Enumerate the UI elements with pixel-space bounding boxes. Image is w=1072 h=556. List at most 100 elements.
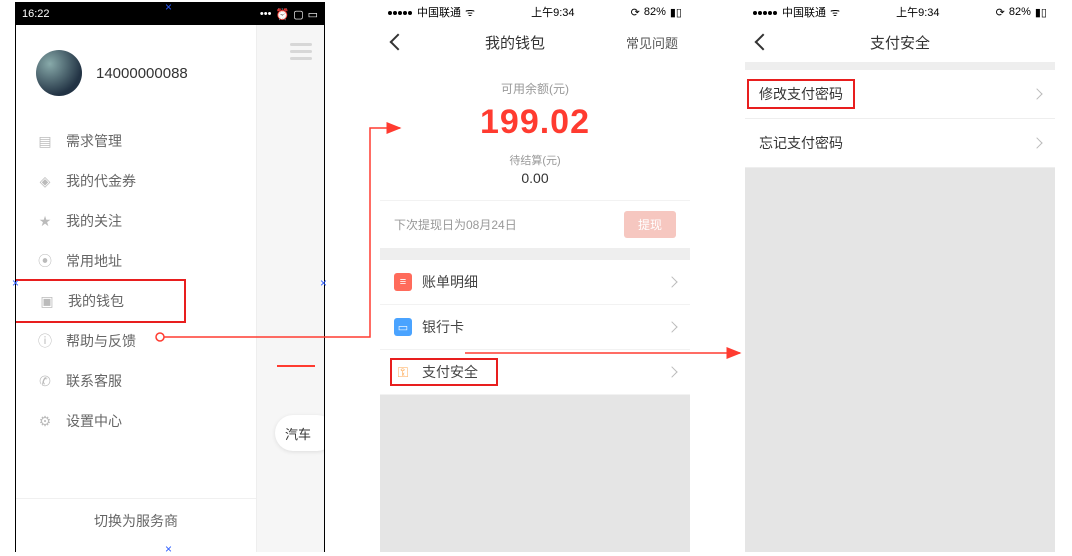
profile-phone: 14000000088: [96, 65, 188, 82]
withdraw-button[interactable]: 提现: [624, 211, 676, 238]
menu-label: 我的代金券: [66, 171, 136, 191]
switch-provider[interactable]: 切换为服务商: [16, 498, 256, 543]
menu-label: 需求管理: [66, 131, 122, 151]
wifi-icon: ᯤ: [830, 5, 840, 20]
nav-bar: 我的钱包 常见问题: [380, 22, 690, 62]
anchor-mark: ×: [320, 276, 327, 290]
profile-row[interactable]: 14000000088: [16, 25, 256, 121]
anchor-mark: ×: [165, 542, 172, 556]
loading-icon: ⟳: [631, 6, 640, 19]
signal-icon: [753, 6, 778, 18]
menu-label: 常用地址: [66, 251, 122, 271]
signal-icon: [388, 6, 413, 18]
row-security[interactable]: ⚿ 支付安全: [380, 350, 690, 395]
category-pill[interactable]: 汽车: [275, 415, 325, 451]
menu-follow[interactable]: ★ 我的关注: [16, 201, 256, 241]
status-time: 上午9:34: [531, 4, 574, 20]
menu-voucher[interactable]: ◈ 我的代金券: [16, 161, 256, 201]
battery-icon: ▭: [308, 8, 318, 21]
menu-demand[interactable]: ▤ 需求管理: [16, 121, 256, 161]
row-label: 银行卡: [422, 317, 464, 337]
phone-sidebar: 16:22 ••• ⏰ ▢ ▭ 14000000088 ▤ 需求管理 ◈ 我的代…: [15, 2, 325, 552]
chevron-right-icon: [666, 321, 677, 332]
chevron-right-icon: [666, 276, 677, 287]
row-forgot-password[interactable]: 忘记支付密码: [745, 119, 1055, 168]
chevron-right-icon: [666, 366, 677, 377]
section-gap: [745, 62, 1055, 70]
page-title: 支付安全: [870, 32, 930, 53]
battery-pct: 82%: [1009, 6, 1031, 18]
status-bar: 中国联通 ᯤ 上午9:34 ⟳ 82% ▮▯: [745, 2, 1055, 22]
faq-link[interactable]: 常见问题: [626, 33, 678, 52]
carrier-label: 中国联通: [417, 4, 461, 20]
row-label: 支付安全: [422, 362, 478, 382]
row-card[interactable]: ▭ 银行卡: [380, 305, 690, 350]
status-icons: ••• ⏰ ▢ ▭: [260, 8, 318, 21]
menu-settings[interactable]: ⚙ 设置中心: [16, 401, 256, 441]
empty-area: [745, 168, 1055, 552]
hamburger-icon[interactable]: [290, 43, 312, 64]
pending-label: 待结算(元): [380, 152, 690, 168]
balance-label: 可用余额(元): [380, 80, 690, 97]
row-label: 忘记支付密码: [759, 133, 843, 153]
row-change-password[interactable]: 修改支付密码: [745, 70, 1055, 119]
card-icon: ▭: [394, 318, 412, 336]
pending-amount: 0.00: [380, 170, 690, 186]
page-title: 我的钱包: [485, 32, 545, 53]
sidebar: 14000000088 ▤ 需求管理 ◈ 我的代金券 ★ 我的关注 ⦿ 常用地址…: [16, 25, 256, 552]
row-label: 修改支付密码: [747, 79, 855, 109]
phone-icon: ✆: [36, 372, 54, 390]
wifi-icon: ᯤ: [465, 5, 475, 20]
avatar: [36, 50, 82, 96]
menu-contact[interactable]: ✆ 联系客服: [16, 361, 256, 401]
carrier-label: 中国联通: [782, 4, 826, 20]
anchor-mark: ×: [12, 276, 19, 290]
anchor-mark: ×: [165, 0, 172, 14]
withdraw-row: 下次提现日为08月24日 提现: [380, 200, 690, 248]
balance-card: 可用余额(元) 199.02 待结算(元) 0.00: [380, 62, 690, 200]
chevron-right-icon: [1031, 88, 1042, 99]
wifi-icon: ▢: [293, 8, 303, 21]
battery-icon: ▮▯: [670, 6, 682, 19]
menu-label: 我的钱包: [68, 291, 124, 311]
accent-line: [277, 365, 315, 367]
pin-icon: ⦿: [36, 252, 54, 270]
back-button[interactable]: [390, 34, 407, 51]
dots-icon: •••: [260, 8, 272, 20]
alarm-icon: ⏰: [275, 8, 289, 21]
status-time: 16:22: [22, 8, 50, 20]
list-icon: ▤: [36, 132, 54, 150]
bill-icon: ≡: [394, 273, 412, 291]
menu-label: 帮助与反馈: [66, 331, 136, 351]
phone-security: 中国联通 ᯤ 上午9:34 ⟳ 82% ▮▯ 支付安全 修改支付密码 忘记支付密…: [745, 2, 1055, 552]
nav-bar: 支付安全: [745, 22, 1055, 62]
phone-wallet: 中国联通 ᯤ 上午9:34 ⟳ 82% ▮▯ 我的钱包 常见问题 可用余额(元)…: [380, 2, 690, 552]
help-icon: ⓘ: [36, 332, 54, 350]
gear-icon: ⚙: [36, 412, 54, 430]
balance-amount: 199.02: [380, 103, 690, 142]
switch-label: 切换为服务商: [94, 513, 178, 529]
loading-icon: ⟳: [996, 6, 1005, 19]
section-gap: [380, 248, 690, 260]
menu-address[interactable]: ⦿ 常用地址: [16, 241, 256, 281]
back-button[interactable]: [755, 34, 772, 51]
menu-label: 我的关注: [66, 211, 122, 231]
battery-pct: 82%: [644, 6, 666, 18]
menu-help[interactable]: ⓘ 帮助与反馈: [16, 321, 256, 361]
status-time: 上午9:34: [896, 4, 939, 20]
chevron-right-icon: [1031, 137, 1042, 148]
menu-label: 设置中心: [66, 411, 122, 431]
battery-icon: ▮▯: [1035, 6, 1047, 19]
key-icon: ⚿: [394, 363, 412, 381]
menu-wallet[interactable]: ▣ 我的钱包: [15, 279, 186, 323]
star-icon: ★: [36, 212, 54, 230]
status-bar: 中国联通 ᯤ 上午9:34 ⟳ 82% ▮▯: [380, 2, 690, 22]
menu-label: 联系客服: [66, 371, 122, 391]
wallet-icon: ▣: [38, 292, 56, 310]
main-sliver: 汽车: [256, 25, 324, 552]
withdraw-note: 下次提现日为08月24日: [394, 216, 517, 233]
row-label: 账单明细: [422, 272, 478, 292]
ticket-icon: ◈: [36, 172, 54, 190]
row-bill[interactable]: ≡ 账单明细: [380, 260, 690, 305]
empty-area: [380, 395, 690, 552]
